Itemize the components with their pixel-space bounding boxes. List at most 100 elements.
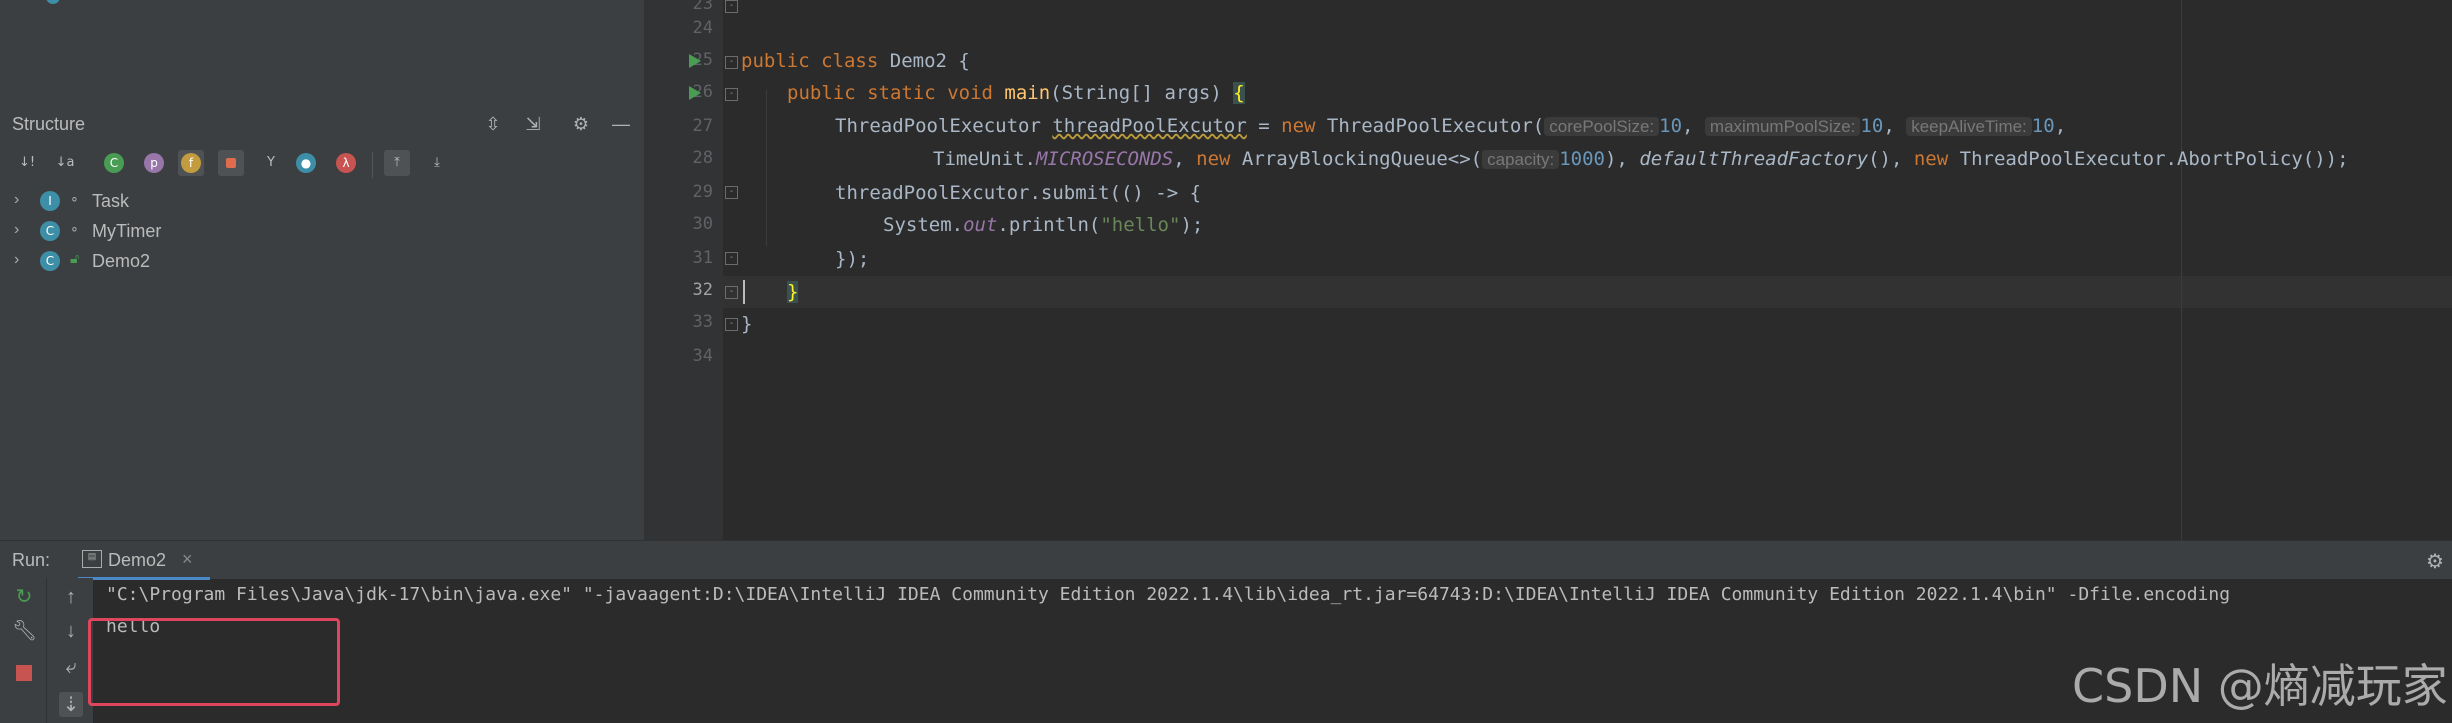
chevron-right-icon[interactable]: › [14, 221, 19, 239]
arrow-up-icon[interactable]: ↑ [59, 586, 83, 609]
show-lambdas-button[interactable]: λ [336, 153, 356, 173]
minimize-icon[interactable]: — [608, 112, 634, 136]
tree-item-label: Task [92, 191, 130, 211]
tab-demo2[interactable]: ▤ Demo2 × [78, 541, 210, 580]
code-token: Demo2 { [889, 50, 970, 72]
fold-marker-icon[interactable]: - [725, 88, 738, 101]
code-line-26: public static void main(String[] args) { [787, 77, 1245, 109]
structure-header: Structure ⇳ ⇲ ⚙ — [0, 108, 644, 140]
stop-button[interactable] [12, 664, 36, 687]
tree-item-mytimer[interactable]: › C ∘ MyTimer [0, 216, 640, 246]
code-editor[interactable]: 23 24 25 26 27 28 29 30 31 32 33 34 - - … [644, 0, 2452, 540]
chevron-right-icon[interactable]: › [14, 251, 19, 269]
fields-icon: f [181, 153, 201, 173]
runnable-class-icon: C [40, 251, 60, 271]
collapse-all-icon[interactable]: ⇲ [520, 112, 546, 136]
line-number: 30 [692, 214, 713, 234]
code-token-warning: threadPoolExcutor [1052, 115, 1247, 137]
autoscroll-to-source-button[interactable]: ⤒ [384, 150, 410, 176]
sort-by-visibility-button[interactable]: ↓! [14, 150, 40, 176]
show-fields-button[interactable]: f [178, 150, 204, 176]
parameter-hint: maximumPoolSize: [1704, 117, 1861, 136]
matched-brace: { [1233, 82, 1245, 104]
stop-icon [16, 665, 32, 681]
close-icon[interactable]: × [182, 549, 193, 570]
visibility-icon: ∘ [70, 190, 79, 206]
code-token: 1000 [1559, 148, 1605, 170]
watermark: CSDN @熵减玩家 [2072, 659, 2448, 713]
expand-all-icon[interactable]: ⇳ [480, 112, 506, 136]
code-token: out [963, 214, 998, 236]
code-token: public [741, 50, 810, 72]
run-title: Run: [12, 550, 51, 570]
show-inherited-button[interactable]: C [104, 153, 124, 173]
fold-marker-icon[interactable]: - [725, 0, 738, 13]
code-line-29: threadPoolExcutor.submit(() -> { [835, 177, 1201, 209]
arrow-down-icon[interactable]: ↓ [59, 620, 83, 643]
structure-title: Structure [12, 114, 86, 134]
run-main-icon[interactable] [689, 86, 701, 100]
code-token: ); [1180, 214, 1204, 236]
console-action-bar: ↑ ↓ ⤶ ⇣ [46, 578, 93, 723]
show-non-public-button[interactable] [218, 150, 244, 176]
highlight-annotation-box [88, 618, 340, 706]
code-line-25: public class Demo2 { [741, 45, 970, 77]
fold-marker-icon[interactable]: - [725, 56, 738, 69]
run-class-icon[interactable] [689, 54, 701, 68]
tree-item-label: MyTimer [92, 221, 162, 241]
code-line-31: }); [835, 243, 869, 275]
wrench-icon[interactable]: 🔧︎ [12, 618, 37, 643]
code-token: .println( [997, 214, 1101, 236]
code-line-33: } [741, 308, 752, 340]
show-properties-button[interactable]: p [144, 153, 164, 173]
code-token: class [821, 50, 879, 72]
code-token: new [1196, 148, 1231, 170]
code-token: 10 [1860, 115, 1884, 137]
tab-label: Demo2 [108, 550, 167, 570]
code-line-30: System.out.println("hello"); [883, 209, 1203, 241]
show-anonymous-button[interactable]: Y [258, 150, 284, 176]
fold-marker-icon[interactable]: - [725, 318, 738, 331]
code-token: ThreadPoolExecutor.AbortPolicy()); [1948, 148, 2349, 170]
class-icon: C [40, 221, 60, 241]
fold-marker-icon[interactable]: - [725, 252, 738, 265]
soft-wrap-icon[interactable]: ⤶ [59, 656, 83, 679]
string-literal: "hello" [1100, 214, 1181, 236]
class-icon [46, 0, 60, 4]
run-header: Run: ▤ Demo2 × ⚙ [0, 540, 2452, 580]
code-token: ThreadPoolExecutor [835, 115, 1053, 137]
scroll-to-end-icon[interactable]: ⇣ [59, 692, 83, 717]
parameter-hint: corePoolSize: [1544, 117, 1660, 136]
tree-item-task[interactable]: › I ∘ Task [0, 186, 640, 216]
line-number: 28 [692, 148, 713, 168]
console-icon: ▤ [82, 550, 102, 568]
code-token: threadPoolExcutor.submit(() -> { [835, 182, 1202, 204]
tree-item-demo2[interactable]: › C 🔓︎ Demo2 [0, 246, 640, 276]
line-number: 34 [692, 346, 713, 366]
tree-item-label: Demo2 [92, 251, 151, 271]
rerun-icon[interactable]: ↻ [12, 584, 36, 609]
code-token: ), [1604, 148, 1640, 170]
code-token: ThreadPoolExecutor( [1315, 115, 1545, 137]
parameter-hint: capacity: [1482, 150, 1560, 169]
code-token: System. [883, 214, 964, 236]
code-token: 10 [1659, 115, 1683, 137]
gear-icon[interactable]: ⚙ [568, 112, 594, 136]
fold-marker-icon[interactable]: - [725, 286, 738, 299]
line-number: 24 [692, 18, 713, 38]
autoscroll-from-source-button[interactable]: ⤓ [424, 150, 450, 176]
code-token: MICROSECONDS [1035, 148, 1174, 170]
chevron-right-icon[interactable]: › [14, 191, 19, 209]
code-token: = [1246, 115, 1282, 137]
sort-alphabetically-button[interactable]: ↓a [52, 150, 78, 176]
code-token: new [1281, 115, 1316, 137]
fold-marker-icon[interactable]: - [725, 186, 738, 199]
show-interfaces-button[interactable]: ● [296, 153, 316, 173]
code-token: , [2054, 115, 2067, 137]
console-command-line: "C:\Program Files\Java\jdk-17\bin\java.e… [106, 584, 2231, 605]
code-token: main [1004, 82, 1051, 104]
code-token: defaultThreadFactory [1639, 148, 1869, 170]
gear-icon[interactable]: ⚙ [2426, 549, 2444, 574]
line-number: 31 [692, 248, 713, 268]
code-token: TimeUnit. [933, 148, 1036, 170]
